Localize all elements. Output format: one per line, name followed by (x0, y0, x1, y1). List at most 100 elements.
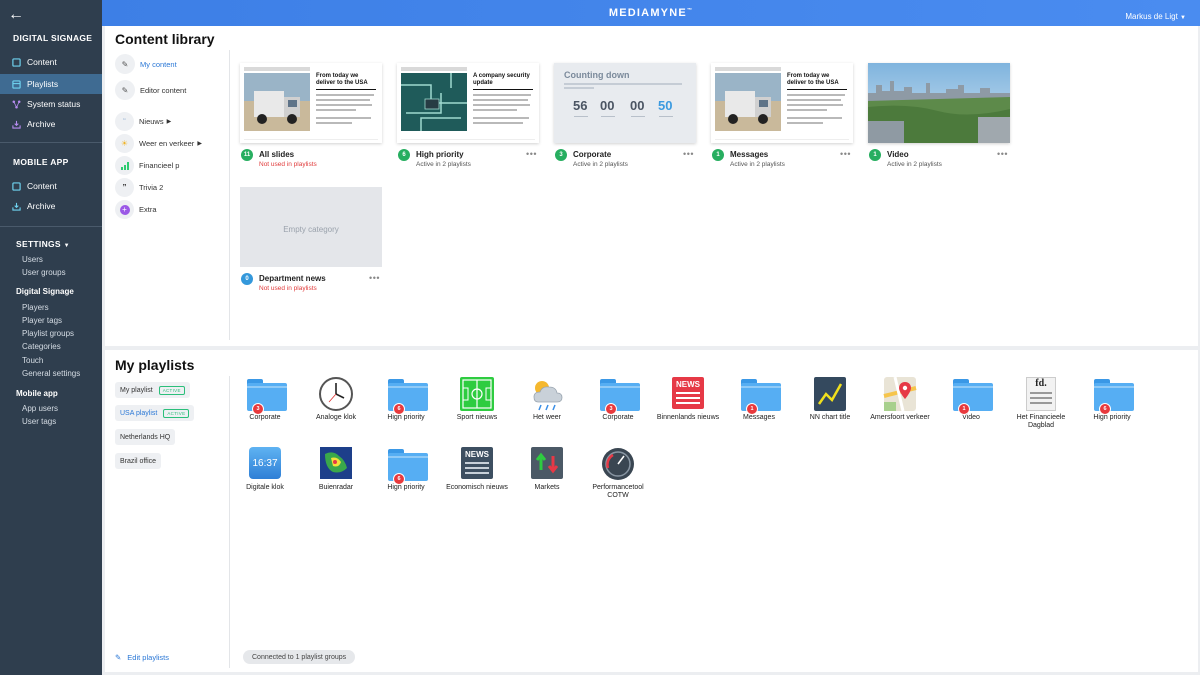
tile-label: Het Financieele Dagblad (1016, 414, 1066, 430)
clock-icon (317, 376, 355, 412)
playlist-tile[interactable]: NN chart title (797, 376, 863, 422)
folder-icon: 6 (387, 446, 428, 485)
sidebar-link-touch[interactable]: Touch (22, 356, 43, 365)
card-thumbnail[interactable]: A company security update (397, 63, 539, 143)
tile-label: Markets (534, 484, 560, 491)
playlist-tile[interactable]: Markets (514, 446, 580, 492)
playlist-tile[interactable]: 6 High priority (1079, 376, 1145, 422)
nav-editor-content[interactable]: ✎ Editor content (115, 80, 186, 100)
gauge-icon (599, 446, 637, 482)
playlist-tile[interactable]: 1 Video (938, 376, 1004, 422)
playlist-tile[interactable]: NEWS Economisch nieuws (444, 446, 510, 492)
sidebar-item-mobile-archive[interactable]: Archive (0, 196, 102, 216)
more-options-icon[interactable]: ••• (369, 273, 380, 283)
content-card[interactable]: From today we deliver to the USA 1 Messa… (711, 63, 853, 168)
more-options-icon[interactable]: ••• (840, 149, 851, 159)
sidebar-item-playlists[interactable]: Playlists (0, 74, 102, 94)
playlist-tile[interactable]: NEWS Binnenlands nieuws (655, 376, 721, 422)
playlist-tile[interactable]: 3 Corporate (585, 376, 651, 422)
slide-text-line (787, 99, 841, 101)
slide-text-line (473, 104, 530, 106)
archive-icon (12, 120, 21, 129)
playlist-tile[interactable]: 3 Corporate (232, 376, 298, 422)
count-badge: 1 (958, 403, 970, 415)
more-options-icon[interactable]: ••• (683, 149, 694, 159)
nav-feed-trivia[interactable]: ” Trivia 2 (115, 178, 163, 197)
count-badge: 0 (241, 273, 253, 285)
nav-label: Trivia 2 (139, 183, 164, 192)
fd-icon-text: fd. (1035, 378, 1047, 389)
count-badge: 6 (398, 149, 410, 161)
playlist-group-chip[interactable]: Netherlands HQ (115, 429, 176, 445)
sidebar-link-app-users[interactable]: App users (22, 404, 58, 413)
playlist-tile[interactable]: 6 High priority (373, 446, 439, 492)
card-status: Not used in playlists (259, 285, 317, 292)
nav-feed-financieel[interactable]: Financieel p (115, 156, 179, 175)
folder-icon: 1 (740, 376, 781, 415)
card-footer: 3 Corporate Active in 2 playlists ••• (554, 149, 696, 171)
sidebar-link-user-tags[interactable]: User tags (22, 417, 56, 426)
sidebar-link-players[interactable]: Players (22, 303, 49, 312)
nav-label: My content (140, 59, 177, 69)
user-menu[interactable]: Markus de Ligt ▼ (1125, 12, 1186, 21)
content-card-empty[interactable]: Empty category 0 Department news Not use… (240, 187, 382, 292)
nav-feed-extra[interactable]: + Extra (115, 200, 157, 219)
sidebar-link-users[interactable]: Users (22, 255, 43, 264)
content-card[interactable]: From today we deliver to the USA 11 All … (240, 63, 382, 168)
more-options-icon[interactable]: ••• (997, 149, 1008, 159)
sidebar-item-content[interactable]: Content (0, 52, 102, 72)
sidebar-link-user-groups[interactable]: User groups (22, 268, 66, 277)
content-card[interactable]: 1 Video Active in 2 playlists ••• (868, 63, 1010, 168)
count-badge: 1 (746, 403, 758, 415)
content-card[interactable]: A company security update 6 High priorit… (397, 63, 539, 168)
playlist-tile[interactable]: Performancetool COTW (585, 446, 651, 500)
content-card[interactable]: Counting down 56 00 00 50 3 Corporate Ac… (554, 63, 696, 168)
card-thumbnail[interactable]: From today we deliver to the USA (240, 63, 382, 143)
playlist-tile[interactable]: 6 High priority (373, 376, 439, 422)
nav-feed-nieuws[interactable]: “ Nieuws ▶ (115, 112, 171, 131)
tile-label: High priority (387, 484, 425, 491)
tile-label: High priority (387, 414, 425, 421)
countdown-value: 00 (600, 98, 615, 113)
sidebar-link-player-tags[interactable]: Player tags (22, 316, 62, 325)
edit-playlists-link[interactable]: ✎ Edit playlists (115, 653, 169, 662)
card-thumbnail[interactable] (868, 63, 1010, 143)
card-thumbnail[interactable]: Empty category (240, 187, 382, 267)
playlist-tile[interactable]: Buienradar (303, 446, 369, 492)
playlist-tile[interactable]: 16:37 Digitale klok (232, 446, 298, 492)
nav-feed-weer[interactable]: ☀ Weer en verkeer ▶ (115, 134, 202, 153)
back-arrow-icon[interactable]: ← (8, 6, 24, 24)
playlist-group-chip[interactable]: My playlist ACTIVE (115, 382, 190, 398)
chip-label: Netherlands HQ (120, 433, 171, 441)
playlist-tile[interactable]: Sport nieuws (444, 376, 510, 422)
more-options-icon[interactable]: ••• (526, 149, 537, 159)
playlist-tile[interactable]: Het weer (514, 376, 580, 422)
sidebar-item-mobile-content[interactable]: Content (0, 176, 102, 196)
slide-footer (715, 139, 849, 140)
circuit-photo (401, 73, 467, 131)
sidebar-link-general-settings[interactable]: General settings (22, 369, 80, 378)
folder-icon: 3 (246, 376, 287, 415)
nav-label: Editor content (140, 85, 187, 95)
weather-icon (528, 376, 566, 412)
playlist-tile[interactable]: 1 Messages (726, 376, 792, 422)
playlist-group-chip[interactable]: Brazil office (115, 453, 162, 469)
nav-my-content[interactable]: ✎ My content (115, 54, 177, 74)
playlist-group-chip[interactable]: USA playlist ACTIVE (115, 405, 195, 421)
card-thumbnail[interactable]: Counting down 56 00 00 50 (554, 63, 696, 143)
sidebar-link-categories[interactable]: Categories (22, 342, 61, 351)
nav-label: Financieel p (139, 161, 180, 170)
card-footer: 6 High priority Active in 2 playlists ••… (397, 149, 539, 171)
settings-title[interactable]: SETTINGS ▼ (16, 239, 70, 249)
sidebar-item-archive[interactable]: Archive (0, 114, 102, 134)
sidebar-link-playlist-groups[interactable]: Playlist groups (22, 329, 74, 338)
playlist-tile[interactable]: fd. Het Financieele Dagblad (1008, 376, 1074, 430)
playlist-tile[interactable]: Amersfoort verkeer (867, 376, 933, 422)
sidebar-item-system-status[interactable]: System status (0, 94, 102, 114)
panel-divider (229, 50, 230, 340)
sidebar-subhead: Digital Signage (16, 287, 74, 296)
tile-label: Digitale klok (246, 484, 284, 491)
card-thumbnail[interactable]: From today we deliver to the USA (711, 63, 853, 143)
playlist-tile[interactable]: Analoge klok (303, 376, 369, 422)
truck-photo (715, 73, 781, 131)
